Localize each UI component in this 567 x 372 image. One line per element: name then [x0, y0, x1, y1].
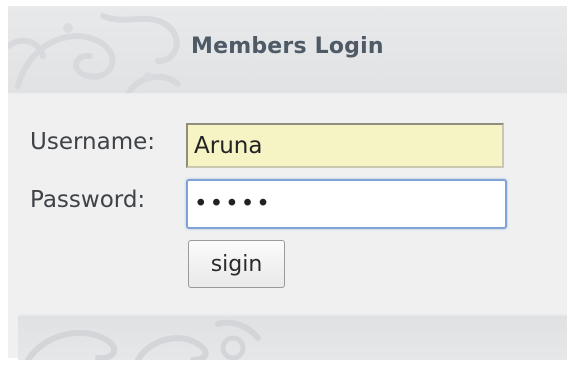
signin-button[interactable]: sigin — [188, 240, 285, 288]
swirl-ornament-icon — [8, 13, 181, 95]
swirl-ornament-icon — [25, 319, 261, 360]
login-panel: Members Login Username: Password: sigin — [8, 6, 567, 360]
login-footer — [18, 314, 567, 360]
username-field[interactable] — [186, 123, 504, 168]
password-field[interactable] — [186, 179, 507, 229]
page-title: Members Login — [191, 34, 384, 59]
password-label: Password: — [30, 187, 146, 213]
login-header: Members Login — [8, 6, 567, 95]
username-label: Username: — [30, 129, 155, 155]
